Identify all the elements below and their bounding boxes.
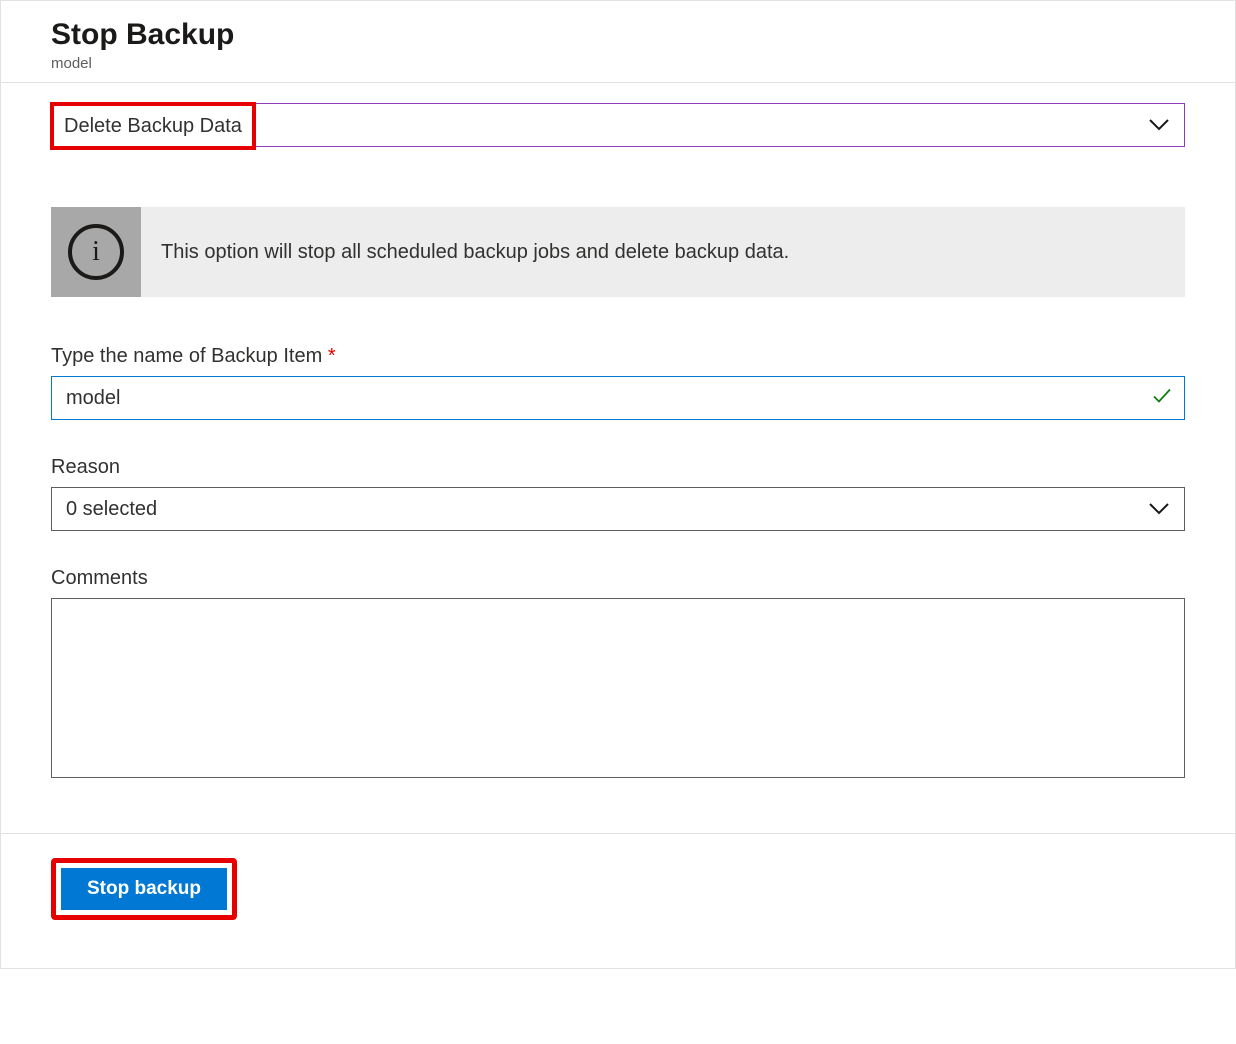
- panel-content: Delete Backup Data i This option will st…: [1, 83, 1235, 833]
- comments-textarea[interactable]: [51, 598, 1185, 778]
- name-field-block: Type the name of Backup Item *: [51, 345, 1185, 420]
- reason-field-label: Reason: [51, 456, 1185, 479]
- comments-field-block: Comments: [51, 567, 1185, 783]
- checkmark-icon: [1152, 388, 1172, 409]
- stop-backup-panel: Stop Backup model Delete Backup Data i T…: [0, 0, 1236, 969]
- page-title: Stop Backup: [51, 17, 1185, 53]
- chevron-down-icon: [1148, 118, 1170, 132]
- reason-field-block: Reason 0 selected: [51, 456, 1185, 531]
- chevron-down-icon: [1148, 502, 1170, 516]
- backup-action-dropdown[interactable]: Delete Backup Data: [51, 103, 1185, 147]
- info-icon-container: i: [51, 207, 141, 297]
- backup-action-value: Delete Backup Data: [64, 115, 242, 138]
- reason-value: 0 selected: [66, 498, 157, 521]
- required-star-icon: *: [328, 345, 336, 367]
- panel-footer: Stop backup: [1, 834, 1235, 968]
- backup-item-name-input[interactable]: [52, 377, 1184, 419]
- panel-header: Stop Backup model: [1, 1, 1235, 82]
- highlight-box-action: Delete Backup Data: [50, 102, 256, 150]
- reason-dropdown[interactable]: 0 selected: [51, 487, 1185, 531]
- comments-field-label: Comments: [51, 567, 1185, 590]
- name-label-text: Type the name of Backup Item: [51, 345, 322, 367]
- name-input-wrap: [51, 376, 1185, 420]
- page-subtitle: model: [51, 55, 1185, 72]
- stop-backup-button[interactable]: Stop backup: [61, 868, 227, 910]
- name-field-label: Type the name of Backup Item *: [51, 345, 1185, 368]
- info-text: This option will stop all scheduled back…: [141, 241, 809, 264]
- highlight-box-stop-button: Stop backup: [51, 858, 237, 920]
- info-banner: i This option will stop all scheduled ba…: [51, 207, 1185, 297]
- info-icon: i: [68, 224, 124, 280]
